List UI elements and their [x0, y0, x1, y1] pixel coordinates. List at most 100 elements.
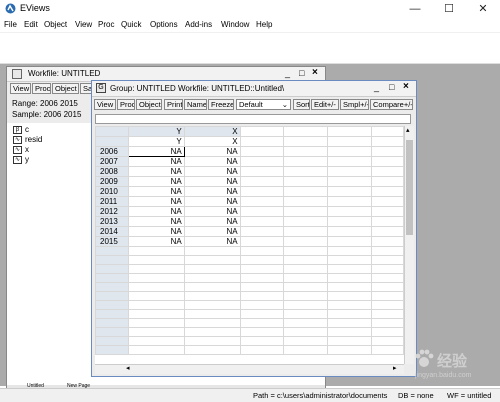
eviews-logo-icon — [5, 3, 16, 14]
row-header[interactable]: 2009 — [95, 176, 129, 187]
freeze-button[interactable]: Freeze — [208, 99, 234, 110]
row-header[interactable]: 2014 — [95, 226, 129, 237]
data-cell[interactable]: NA — [127, 186, 185, 197]
group-window[interactable]: G Group: UNTITLED Workfile: UNTITLED::Un… — [91, 80, 417, 377]
vertical-scrollbar[interactable]: ▴ — [404, 126, 414, 364]
menu-edit[interactable]: Edit — [24, 20, 38, 29]
object-name: resid — [25, 135, 43, 144]
row-header[interactable]: 2013 — [95, 216, 129, 227]
column-header-x[interactable]: X — [183, 126, 241, 137]
print-button[interactable]: Print — [164, 99, 183, 110]
scrollbar-thumb[interactable] — [406, 140, 413, 235]
empty-row — [95, 273, 404, 283]
data-cell[interactable]: NA — [183, 146, 241, 157]
workfile-close-button[interactable]: × — [312, 67, 318, 78]
group-titlebar[interactable]: G Group: UNTITLED Workfile: UNTITLED::Un… — [92, 81, 416, 97]
compare-toggle-button[interactable]: Compare+/- — [370, 99, 413, 110]
command-window[interactable] — [0, 33, 500, 64]
menu-file[interactable]: File — [4, 20, 17, 29]
wf-proc-button[interactable]: Proc — [32, 83, 51, 94]
wf-view-button[interactable]: View — [10, 83, 31, 94]
row-header[interactable]: 2010 — [95, 186, 129, 197]
workfile-minimize-button[interactable]: _ — [285, 68, 290, 78]
empty-cell[interactable] — [283, 126, 329, 137]
data-cell-selected[interactable]: NA — [127, 146, 185, 157]
group-minimize-button[interactable]: _ — [374, 82, 379, 92]
menu-proc[interactable]: Proc — [98, 20, 114, 29]
list-item[interactable]: βc — [13, 125, 29, 134]
sort-button[interactable]: Sort — [293, 99, 310, 110]
horizontal-scrollbar[interactable]: ◂ ▸ — [95, 364, 404, 374]
column-header-y[interactable]: Y — [127, 126, 185, 137]
data-cell[interactable]: NA — [127, 236, 185, 247]
name-button[interactable]: Name — [184, 99, 207, 110]
menu-options[interactable]: Options — [150, 20, 178, 29]
scroll-right-arrow-icon[interactable]: ▸ — [393, 364, 397, 372]
group-close-button[interactable]: × — [403, 81, 409, 92]
data-cell[interactable]: NA — [183, 156, 241, 167]
data-table: Y X Y X 2006 NA NA 2007 NA NA 2008 NA NA… — [95, 126, 404, 355]
scroll-left-arrow-icon[interactable]: ◂ — [126, 364, 130, 372]
empty-cell[interactable] — [283, 136, 329, 147]
row-header[interactable]: 2015 — [95, 236, 129, 247]
empty-cell[interactable] — [239, 136, 285, 147]
data-cell[interactable]: NA — [127, 216, 185, 227]
cell-edit-input[interactable] — [95, 114, 411, 124]
menu-window[interactable]: Window — [221, 20, 249, 29]
empty-cell[interactable] — [239, 126, 285, 137]
series-name-cell[interactable]: X — [183, 136, 241, 147]
empty-row — [95, 300, 404, 310]
proc-button[interactable]: Proc — [117, 99, 135, 110]
view-button[interactable]: View — [94, 99, 116, 110]
table-row: 2010 NA NA — [95, 186, 404, 197]
smpl-toggle-button[interactable]: Smpl+/- — [340, 99, 369, 110]
table-row: 2013 NA NA — [95, 216, 404, 227]
empty-cell[interactable] — [371, 136, 404, 147]
menu-quick[interactable]: Quick — [121, 20, 141, 29]
row-header[interactable]: 2006 — [95, 146, 129, 157]
edit-toggle-button[interactable]: Edit+/- — [311, 99, 339, 110]
list-item[interactable]: ∿ y — [13, 155, 29, 164]
empty-cell[interactable] — [327, 136, 373, 147]
display-format-select[interactable]: Default ⌄ — [236, 99, 291, 110]
list-item[interactable]: ∿ x — [13, 145, 29, 154]
data-cell[interactable]: NA — [183, 226, 241, 237]
data-cell[interactable]: NA — [183, 166, 241, 177]
list-item[interactable]: ∿ resid — [13, 135, 42, 144]
row-header[interactable]: 2007 — [95, 156, 129, 167]
data-cell[interactable]: NA — [127, 156, 185, 167]
data-cell[interactable]: NA — [183, 236, 241, 247]
menu-view[interactable]: View — [75, 20, 92, 29]
scroll-up-arrow-icon[interactable]: ▴ — [406, 126, 410, 134]
group-maximize-button[interactable]: □ — [389, 82, 394, 92]
minimize-button[interactable]: — — [398, 0, 432, 18]
data-cell[interactable]: NA — [127, 176, 185, 187]
data-cell[interactable]: NA — [127, 226, 185, 237]
data-cell[interactable]: NA — [183, 196, 241, 207]
data-cell[interactable]: NA — [183, 186, 241, 197]
table-row: 2011 NA NA — [95, 196, 404, 207]
object-button[interactable]: Object — [136, 99, 162, 110]
row-header[interactable]: 2012 — [95, 206, 129, 217]
data-cell[interactable]: NA — [127, 166, 185, 177]
menu-addins[interactable]: Add-ins — [185, 20, 212, 29]
series-name-cell[interactable]: Y — [127, 136, 185, 147]
empty-cell[interactable] — [327, 126, 373, 137]
data-cell[interactable]: NA — [183, 206, 241, 217]
workfile-sample[interactable]: Sample: 2006 2015 — [12, 110, 81, 119]
menu-object[interactable]: Object — [44, 20, 67, 29]
row-header[interactable]: 2008 — [95, 166, 129, 177]
maximize-button[interactable]: ☐ — [432, 0, 466, 18]
empty-cell[interactable] — [371, 126, 404, 137]
data-cell[interactable]: NA — [127, 206, 185, 217]
data-cell[interactable]: NA — [127, 196, 185, 207]
wf-object-button[interactable]: Object — [52, 83, 79, 94]
menu-help[interactable]: Help — [256, 20, 272, 29]
row-header[interactable]: 2011 — [95, 196, 129, 207]
workfile-maximize-button[interactable]: □ — [299, 68, 304, 78]
close-button[interactable]: ✕ — [466, 0, 500, 18]
data-cell[interactable]: NA — [183, 216, 241, 227]
empty-row — [95, 246, 404, 256]
data-cell[interactable]: NA — [183, 176, 241, 187]
workfile-range[interactable]: Range: 2006 2015 — [12, 99, 78, 108]
